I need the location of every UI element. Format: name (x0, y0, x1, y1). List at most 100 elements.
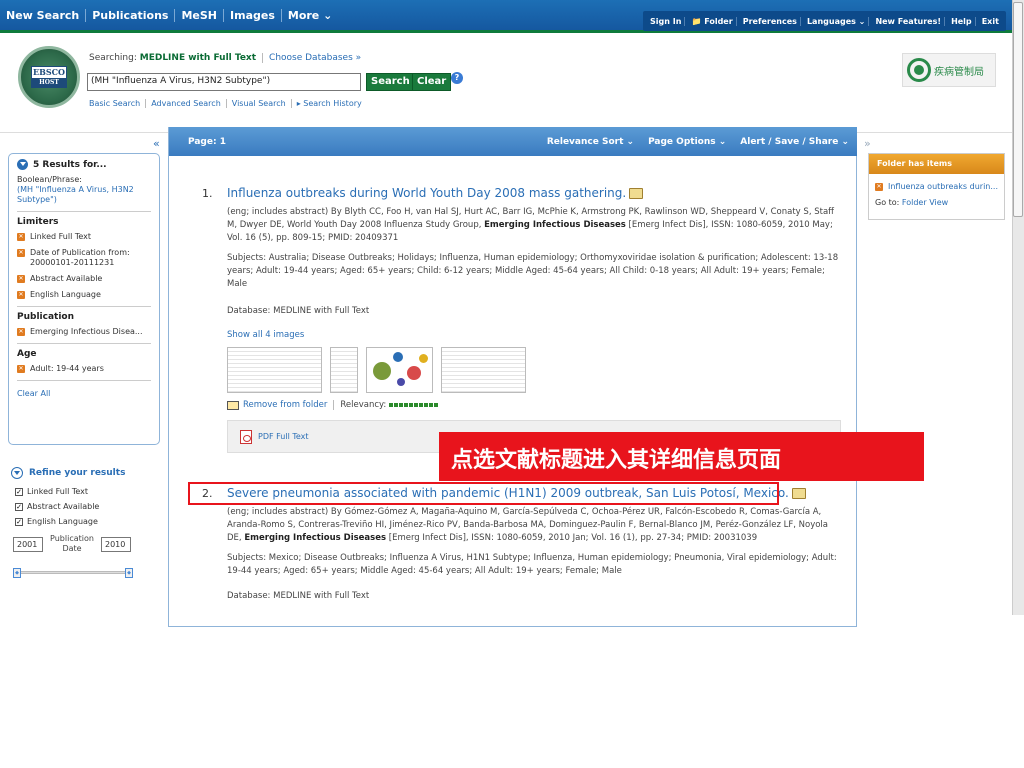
image-thumbnail[interactable] (330, 347, 358, 393)
folder-item[interactable]: ✕ Influenza outbreaks durin... (875, 182, 1004, 191)
top-toolbar: New Search Publications MeSH Images More… (0, 0, 1012, 33)
sign-in-link[interactable]: Sign In (647, 16, 686, 26)
result-database: Database: MEDLINE with Full Text (227, 306, 370, 316)
folder-add-icon[interactable] (791, 488, 806, 499)
top-nav: New Search Publications MeSH Images More… (0, 0, 338, 31)
page-label: Page: 1 (188, 136, 226, 147)
results-list: Page: 1 Relevance Sort ⌄ Page Options ⌄ … (168, 127, 857, 627)
exit-link[interactable]: Exit (979, 17, 1002, 26)
languages-link[interactable]: Languages ⌄ (804, 16, 870, 26)
clear-button[interactable]: Clear (412, 73, 452, 91)
database-name: MEDLINE with Full Text (139, 53, 257, 63)
cdc-emblem-icon (907, 58, 931, 82)
nav-new-search[interactable]: New Search (0, 9, 87, 22)
folder-view-link[interactable]: Folder View (902, 198, 948, 207)
nav-mesh[interactable]: MeSH (175, 9, 225, 22)
remove-icon[interactable]: ✕ (17, 291, 25, 299)
page-scrollbar[interactable] (1012, 0, 1024, 615)
result-title-link[interactable]: Influenza outbreaks during World Youth D… (227, 186, 626, 200)
image-thumbnail[interactable] (441, 347, 526, 393)
remove-icon[interactable]: ✕ (17, 275, 25, 283)
page-options-dropdown[interactable]: Page Options ⌄ (648, 137, 726, 147)
searching-label: Searching: (89, 53, 137, 63)
image-thumbnail[interactable] (366, 347, 433, 393)
remove-icon[interactable]: ✕ (875, 183, 883, 191)
remove-icon[interactable]: ✕ (17, 249, 25, 257)
remove-from-folder-link[interactable]: Remove from folder (243, 400, 327, 410)
refine-heading: Refine your results (29, 468, 126, 478)
help-link[interactable]: Help (948, 16, 976, 26)
boolean-value[interactable]: (MH "Influenza A Virus, H3N2 Subtype") (17, 185, 151, 205)
relevance-sort-dropdown[interactable]: Relevance Sort ⌄ (547, 137, 634, 147)
refine-checkbox[interactable]: ✓ Abstract Available (15, 502, 161, 511)
checkbox-checked-icon[interactable]: ✓ (15, 502, 23, 511)
partner-logo: 疾病管制局 (902, 53, 996, 87)
limiter-item[interactable]: ✕ English Language (17, 290, 151, 300)
folder-heading: Folder has items (869, 154, 1004, 174)
age-item[interactable]: ✕ Adult: 19-44 years (17, 364, 151, 374)
show-images-link[interactable]: Show all 4 images (227, 330, 304, 340)
folder-panel: Folder has items ✕ Influenza outbreaks du… (868, 153, 1005, 220)
date-from-input[interactable]: 2001 (13, 536, 43, 552)
logo-text: EBSCO (33, 67, 65, 77)
nav-publications[interactable]: Publications (86, 9, 176, 22)
folder-add-icon[interactable] (629, 188, 644, 199)
title-highlight-box (188, 482, 779, 505)
result-number: 1. (202, 187, 213, 200)
help-icon[interactable]: ? (451, 72, 463, 84)
date-range: 2001 Publication Date 2010 (13, 534, 161, 554)
pdf-icon[interactable] (240, 429, 252, 444)
publication-item[interactable]: ✕ Emerging Infectious Disea... (17, 327, 151, 337)
search-history-link[interactable]: ▸ Search History (292, 99, 367, 108)
date-label: Publication Date (50, 534, 94, 553)
searching-line: Searching: MEDLINE with Full Text Choose … (89, 53, 362, 63)
clear-all-link[interactable]: Clear All (17, 380, 151, 398)
search-input[interactable]: (MH "Influenza A Virus, H3N2 Subtype") (87, 73, 361, 91)
date-to-input[interactable]: 2010 (101, 536, 131, 552)
advanced-search-link[interactable]: Advanced Search (146, 99, 227, 108)
collapse-circle-icon[interactable] (11, 467, 23, 479)
refine-panel: Refine your results ✓ Linked Full Text ✓ A… (11, 467, 161, 578)
collapse-left-icon[interactable]: « (153, 137, 160, 150)
logo-subtext: HOST (32, 78, 66, 87)
scrollbar-thumb[interactable] (1013, 2, 1023, 217)
limiters-heading: Limiters (17, 211, 151, 227)
choose-databases-link[interactable]: Choose Databases » (262, 53, 362, 63)
collapse-right-icon[interactable]: » (864, 137, 871, 150)
slider-handle-left[interactable]: ◆ (13, 568, 21, 578)
result-title-row[interactable]: Influenza outbreaks during World Youth D… (227, 186, 644, 200)
preferences-link[interactable]: Preferences (740, 16, 801, 26)
remove-icon[interactable]: ✕ (17, 233, 25, 241)
limiter-item[interactable]: ✕ Linked Full Text (17, 232, 151, 242)
image-thumbnails (227, 347, 534, 393)
folder-link[interactable]: 📁 Folder (688, 16, 737, 26)
ebsco-logo[interactable]: EBSCO HOST (18, 46, 80, 108)
refine-checkbox[interactable]: ✓ English Language (15, 517, 161, 526)
partner-logo-text: 疾病管制局 (934, 66, 984, 78)
checkbox-checked-icon[interactable]: ✓ (15, 517, 23, 526)
image-thumbnail[interactable] (227, 347, 322, 393)
checkbox-checked-icon[interactable]: ✓ (15, 487, 23, 496)
relevancy-label: Relevancy: (340, 400, 387, 410)
new-features-link[interactable]: New Features! (872, 16, 945, 26)
limiter-item[interactable]: ✕ Date of Publication from: 20000101-2011… (17, 248, 151, 268)
date-slider[interactable]: ◆ ◆ (13, 568, 135, 578)
nav-images[interactable]: Images (224, 9, 282, 22)
boolean-label: Boolean/Phrase: (17, 175, 82, 184)
relevancy-bar (389, 403, 440, 407)
result-actions: Remove from folder Relevancy: (227, 400, 440, 410)
remove-icon[interactable]: ✕ (17, 328, 25, 336)
limiter-item[interactable]: ✕ Abstract Available (17, 274, 151, 284)
remove-icon[interactable]: ✕ (17, 365, 25, 373)
basic-search-link[interactable]: Basic Search (89, 99, 147, 108)
alert-save-share-dropdown[interactable]: Alert / Save / Share ⌄ (740, 137, 849, 147)
visual-search-link[interactable]: Visual Search (227, 99, 292, 108)
collapse-circle-icon[interactable] (17, 159, 28, 170)
slider-handle-right[interactable]: ◆ (125, 568, 133, 578)
result-meta: (eng; includes abstract) By Blyth CC, Fo… (227, 207, 835, 243)
nav-more[interactable]: More ⌄ (282, 9, 338, 22)
refine-checkbox[interactable]: ✓ Linked Full Text (15, 487, 161, 496)
search-button[interactable]: Search (366, 73, 415, 91)
result-subjects: Subjects: Australia; Disease Outbreaks; … (227, 253, 839, 289)
pdf-full-text-link[interactable]: PDF Full Text (258, 432, 309, 441)
